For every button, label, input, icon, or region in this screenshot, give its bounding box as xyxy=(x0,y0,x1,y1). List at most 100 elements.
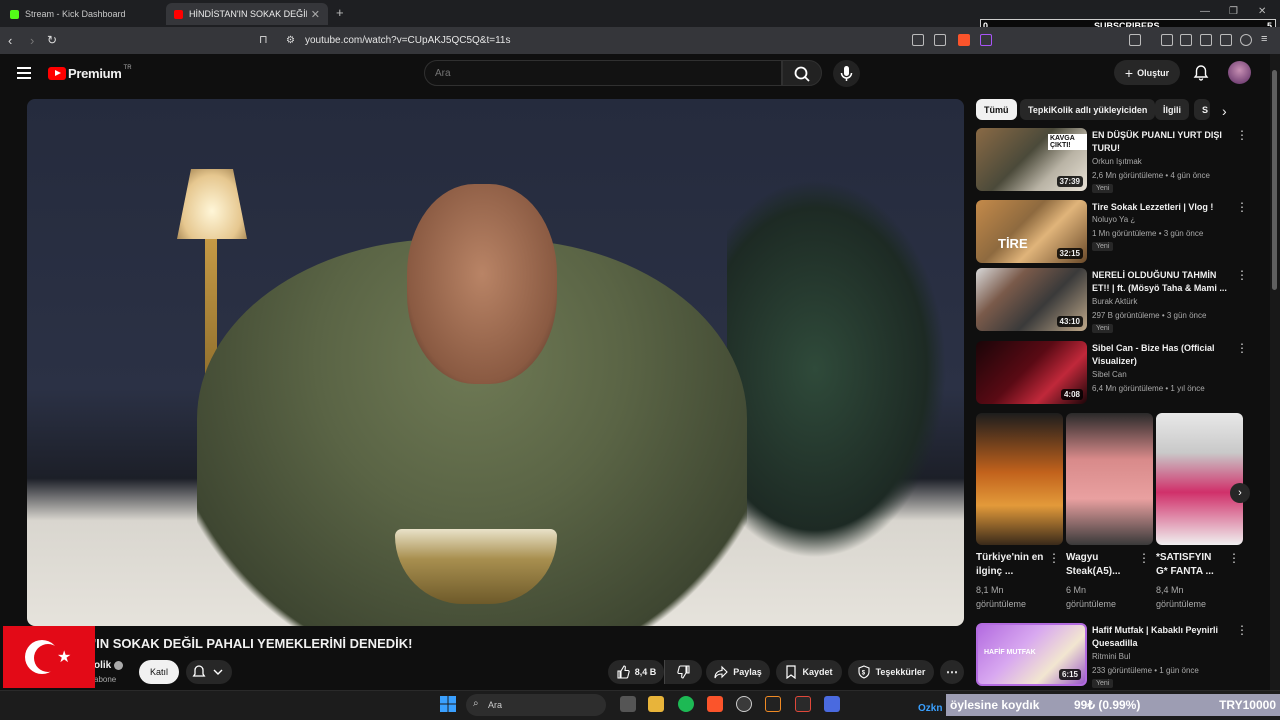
short-title[interactable]: Wagyu Steak(A5)... xyxy=(1066,551,1134,579)
puzzle-icon[interactable] xyxy=(1220,34,1232,46)
create-button[interactable]: + Oluştur xyxy=(1114,60,1180,85)
chip-related[interactable]: İlgili xyxy=(1155,99,1189,120)
search-icon: ⌕ xyxy=(473,698,479,709)
taskbar-search[interactable]: ⌕ Ara xyxy=(466,694,606,716)
video-title: 'IN SOKAK DEĞİL PAHALI YEMEKLERİNİ DENED… xyxy=(93,636,413,651)
chevron-right-icon[interactable]: › xyxy=(1222,103,1227,119)
thanks-button[interactable]: $ Teşekkürler xyxy=(848,660,934,684)
thumbs-up-icon xyxy=(617,665,630,679)
maximize-icon[interactable]: ❐ xyxy=(1229,6,1238,17)
more-vertical-icon[interactable]: ⋮ xyxy=(1228,552,1240,564)
recommendation-channel[interactable]: Burak Aktürk xyxy=(1092,297,1137,306)
extension-icon[interactable] xyxy=(1129,34,1141,46)
new-tab-button[interactable]: + xyxy=(336,5,344,20)
video-thumbnail[interactable]: HAFİF MUTFAK 6:15 xyxy=(976,623,1087,686)
tab-kick-dashboard[interactable]: Stream - Kick Dashboard xyxy=(0,3,165,25)
vpn-icon[interactable] xyxy=(1240,34,1252,46)
recommendation-title[interactable]: Tire Sokak Lezzetleri | Vlog ! xyxy=(1092,201,1232,214)
recommendation-meta: 2,6 Mn görüntüleme • 4 gün önce xyxy=(1092,171,1210,180)
youtube-premium-logo[interactable]: Premium TR xyxy=(48,65,132,81)
search-input[interactable] xyxy=(435,68,735,79)
more-vertical-icon[interactable]: ⋮ xyxy=(1048,552,1060,564)
save-button[interactable]: Kaydet xyxy=(776,660,842,684)
media-icon[interactable] xyxy=(1161,34,1173,46)
join-button[interactable]: Katıl xyxy=(139,660,179,684)
like-button[interactable]: 8,4 B xyxy=(608,660,664,684)
recommendation-channel[interactable]: Ritmini Bul xyxy=(1092,652,1130,661)
minimize-icon[interactable]: — xyxy=(1200,6,1210,17)
sidebar-icon[interactable] xyxy=(1180,34,1192,46)
short-title[interactable]: *SATISFYIN G* FANTA ... xyxy=(1156,551,1224,579)
recommendation-item[interactable]: 4:08 Sibel Can - Bize Has (Official Visu… xyxy=(976,341,1248,405)
app-icon[interactable] xyxy=(795,696,811,712)
short-thumbnail[interactable] xyxy=(976,413,1063,545)
more-vertical-icon[interactable]: ⋮ xyxy=(1236,342,1248,354)
chip-all[interactable]: Tümü xyxy=(976,99,1017,120)
reload-icon[interactable]: ↻ xyxy=(47,33,57,47)
recommendation-item[interactable]: 43:10 NERELİ OLDUĞUNU TAHMİN ET!! | ft. … xyxy=(976,268,1248,333)
short-thumbnail[interactable] xyxy=(1066,413,1153,545)
windows-start-icon[interactable] xyxy=(440,696,456,712)
dislike-button[interactable] xyxy=(664,660,702,684)
share-icon[interactable] xyxy=(934,34,946,46)
video-thumbnail[interactable]: 43:10 xyxy=(976,268,1087,331)
recommendation-channel[interactable]: Noluyo Ya ¿ xyxy=(1092,215,1135,224)
subscribe-notification-button[interactable] xyxy=(186,660,232,684)
account-avatar[interactable] xyxy=(1228,61,1251,84)
share-button[interactable]: Paylaş xyxy=(706,660,770,684)
chip-from-uploader[interactable]: TepkiKolik adlı yükleyiciden xyxy=(1020,99,1156,120)
forward-icon[interactable]: › xyxy=(30,33,34,48)
recommendation-title[interactable]: EN DÜŞÜK PUANLI YURT DIŞI TURU! xyxy=(1092,129,1232,155)
back-icon[interactable]: ‹ xyxy=(8,33,12,48)
channel-name[interactable]: olik xyxy=(94,660,111,671)
video-thumbnail[interactable]: 4:08 xyxy=(976,341,1087,404)
notifications-button[interactable] xyxy=(1193,64,1209,86)
duration-badge: 4:08 xyxy=(1060,389,1083,400)
wallet-icon[interactable] xyxy=(1200,34,1212,46)
app-icon[interactable] xyxy=(765,696,781,712)
close-window-icon[interactable]: ✕ xyxy=(1258,6,1266,17)
recommendation-title[interactable]: Sibel Can - Bize Has (Official Visualize… xyxy=(1092,342,1232,368)
url-field[interactable]: youtube.com/watch?v=CUpAKJ5QC5Q&t=11s xyxy=(305,35,510,46)
spotify-icon[interactable] xyxy=(678,696,694,712)
menu-icon[interactable]: ≡ xyxy=(1261,33,1267,45)
search-button[interactable] xyxy=(782,60,822,86)
site-info-icon[interactable]: ⚙ xyxy=(286,35,295,46)
scrollbar-thumb[interactable] xyxy=(1272,70,1277,290)
brave-browser-icon[interactable] xyxy=(707,696,723,712)
video-thumbnail[interactable]: KAVGA ÇIKTI! 37:39 xyxy=(976,128,1087,191)
brave-shield-icon[interactable] xyxy=(958,34,970,46)
more-vertical-icon[interactable]: ⋮ xyxy=(1236,201,1248,213)
more-vertical-icon[interactable]: ⋮ xyxy=(1138,552,1150,564)
tab-youtube-video[interactable]: HİNDİSTAN'IN SOKAK DEĞİL ✕ xyxy=(166,3,328,25)
app-icon[interactable] xyxy=(736,696,752,712)
recommendation-item[interactable]: HAFİF MUTFAK 6:15 Hafif Mutfak | Kabaklı… xyxy=(976,623,1248,688)
app-icon[interactable] xyxy=(824,696,840,712)
brave-rewards-icon[interactable] xyxy=(980,34,992,46)
recommendation-title[interactable]: Hafif Mutfak | Kabaklı Peynirli Quesadil… xyxy=(1092,624,1232,650)
cast-icon[interactable] xyxy=(912,34,924,46)
short-view-label: görüntüleme xyxy=(1066,599,1117,609)
more-actions-button[interactable]: ⋯ xyxy=(940,660,964,684)
shorts-next-button[interactable]: › xyxy=(1230,483,1250,503)
more-vertical-icon[interactable]: ⋮ xyxy=(1236,269,1248,281)
voice-search-button[interactable] xyxy=(833,60,860,87)
recommendation-item[interactable]: TİRE 32:15 Tire Sokak Lezzetleri | Vlog … xyxy=(976,200,1248,264)
recommendation-title[interactable]: NERELİ OLDUĞUNU TAHMİN ET!! | ft. (Mösyö… xyxy=(1092,269,1232,295)
close-icon[interactable]: ✕ xyxy=(311,8,320,21)
more-vertical-icon[interactable]: ⋮ xyxy=(1236,624,1248,636)
recommendation-channel[interactable]: Orkun Işıtmak xyxy=(1092,157,1142,166)
short-thumbnail[interactable] xyxy=(1156,413,1243,545)
flag-star-icon: ★ xyxy=(57,649,72,666)
recommendation-item[interactable]: KAVGA ÇIKTI! 37:39 EN DÜŞÜK PUANLI YURT … xyxy=(976,128,1248,193)
file-explorer-icon[interactable] xyxy=(648,696,664,712)
menu-hamburger-icon[interactable] xyxy=(17,67,31,82)
bookmark-icon[interactable]: ⊓ xyxy=(259,33,268,46)
recommendation-channel[interactable]: Sibel Can xyxy=(1092,370,1127,379)
short-title[interactable]: Türkiye'nin en ilginç ... xyxy=(976,551,1044,579)
video-thumbnail[interactable]: TİRE 32:15 xyxy=(976,200,1087,263)
video-player[interactable] xyxy=(27,99,964,626)
more-vertical-icon[interactable]: ⋮ xyxy=(1236,129,1248,141)
chip-more[interactable]: S xyxy=(1194,99,1210,120)
task-view-icon[interactable] xyxy=(620,696,636,712)
